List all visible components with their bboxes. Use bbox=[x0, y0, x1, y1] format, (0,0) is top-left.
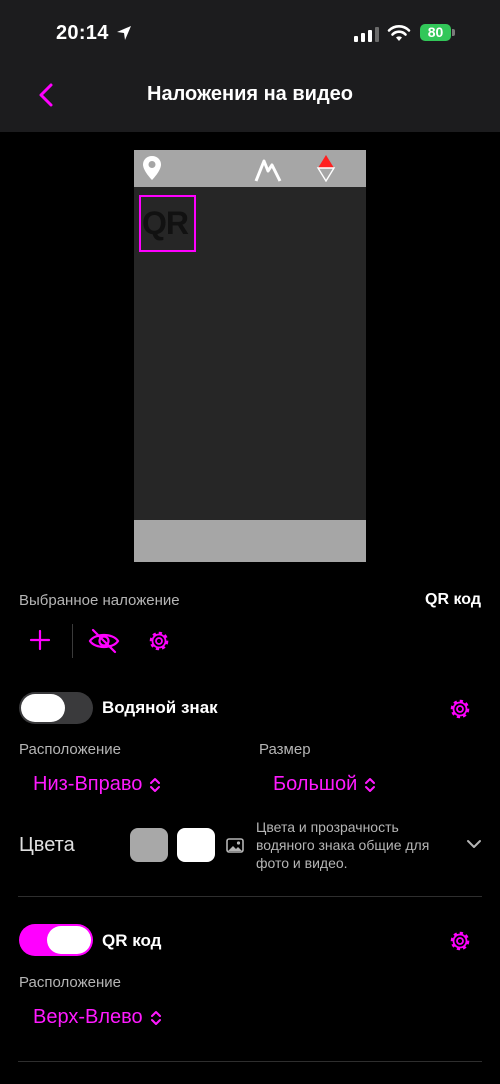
watermark-toggle[interactable] bbox=[19, 692, 93, 724]
section-divider-bottom bbox=[18, 1061, 482, 1062]
wifi-icon bbox=[387, 25, 411, 41]
qr-label: QR код bbox=[102, 931, 162, 950]
status-time: 20:14 bbox=[56, 22, 109, 44]
selected-overlay-value: QR код bbox=[425, 591, 481, 608]
watermark-size-picker[interactable]: Большой bbox=[273, 773, 377, 796]
preview-bottom-bar bbox=[134, 520, 366, 562]
colors-label: Цвета bbox=[19, 834, 75, 856]
expand-chevron-down-icon[interactable] bbox=[466, 838, 482, 850]
qr-overlay-placeholder: QR bbox=[142, 205, 189, 241]
battery-indicator: 80 bbox=[420, 24, 451, 41]
watermark-position-picker[interactable]: Низ-Вправо bbox=[33, 773, 162, 796]
add-overlay-icon[interactable] bbox=[28, 628, 52, 652]
qr-position-picker[interactable]: Верх-Влево bbox=[33, 1006, 163, 1029]
qr-position-label: Расположение bbox=[19, 974, 121, 991]
page-title: Наложения на видео bbox=[147, 83, 353, 105]
watermark-settings-gear-icon[interactable] bbox=[447, 696, 473, 722]
hide-eye-icon[interactable] bbox=[88, 627, 120, 655]
up-down-chevron-icon bbox=[365, 777, 376, 792]
overlay-settings-gear-icon[interactable] bbox=[146, 628, 172, 654]
navigation-bar: Наложения на видео bbox=[0, 58, 500, 132]
preview-top-bar bbox=[134, 150, 366, 187]
toolbar-divider bbox=[72, 624, 73, 658]
qr-position-value: Верх-Влево bbox=[33, 1006, 143, 1028]
up-down-chevron-icon bbox=[150, 777, 161, 792]
qr-toggle-knob bbox=[47, 926, 91, 954]
status-bar: 20:14 80 bbox=[0, 0, 500, 58]
section-divider bbox=[18, 896, 482, 897]
qr-toggle[interactable] bbox=[19, 924, 93, 956]
location-pin-icon bbox=[143, 156, 161, 180]
photo-icon[interactable] bbox=[226, 838, 244, 853]
watermark-color-swatch-1[interactable] bbox=[130, 828, 168, 862]
cellular-signal-icon bbox=[354, 26, 379, 42]
watermark-size-label: Размер bbox=[259, 741, 311, 758]
watermark-color-swatch-2[interactable] bbox=[177, 828, 215, 862]
video-preview: QR bbox=[134, 150, 366, 562]
watermark-position-label: Расположение bbox=[19, 741, 121, 758]
watermark-size-value: Большой bbox=[273, 773, 358, 795]
battery-tip bbox=[452, 29, 455, 36]
watermark-toggle-knob bbox=[21, 694, 65, 722]
selected-overlay-label: Выбранное наложение bbox=[19, 592, 180, 609]
up-down-chevron-icon bbox=[150, 1010, 161, 1025]
colors-note: Цвета и прозрачность водяного знака общи… bbox=[256, 819, 430, 871]
location-arrow-icon bbox=[117, 26, 131, 40]
watermark-position-value: Низ-Вправо bbox=[33, 773, 143, 795]
watermark-label: Водяной знак bbox=[102, 698, 218, 717]
qr-settings-gear-icon[interactable] bbox=[447, 928, 473, 954]
altitude-mountain-icon bbox=[254, 159, 282, 182]
compass-icon bbox=[316, 155, 336, 182]
